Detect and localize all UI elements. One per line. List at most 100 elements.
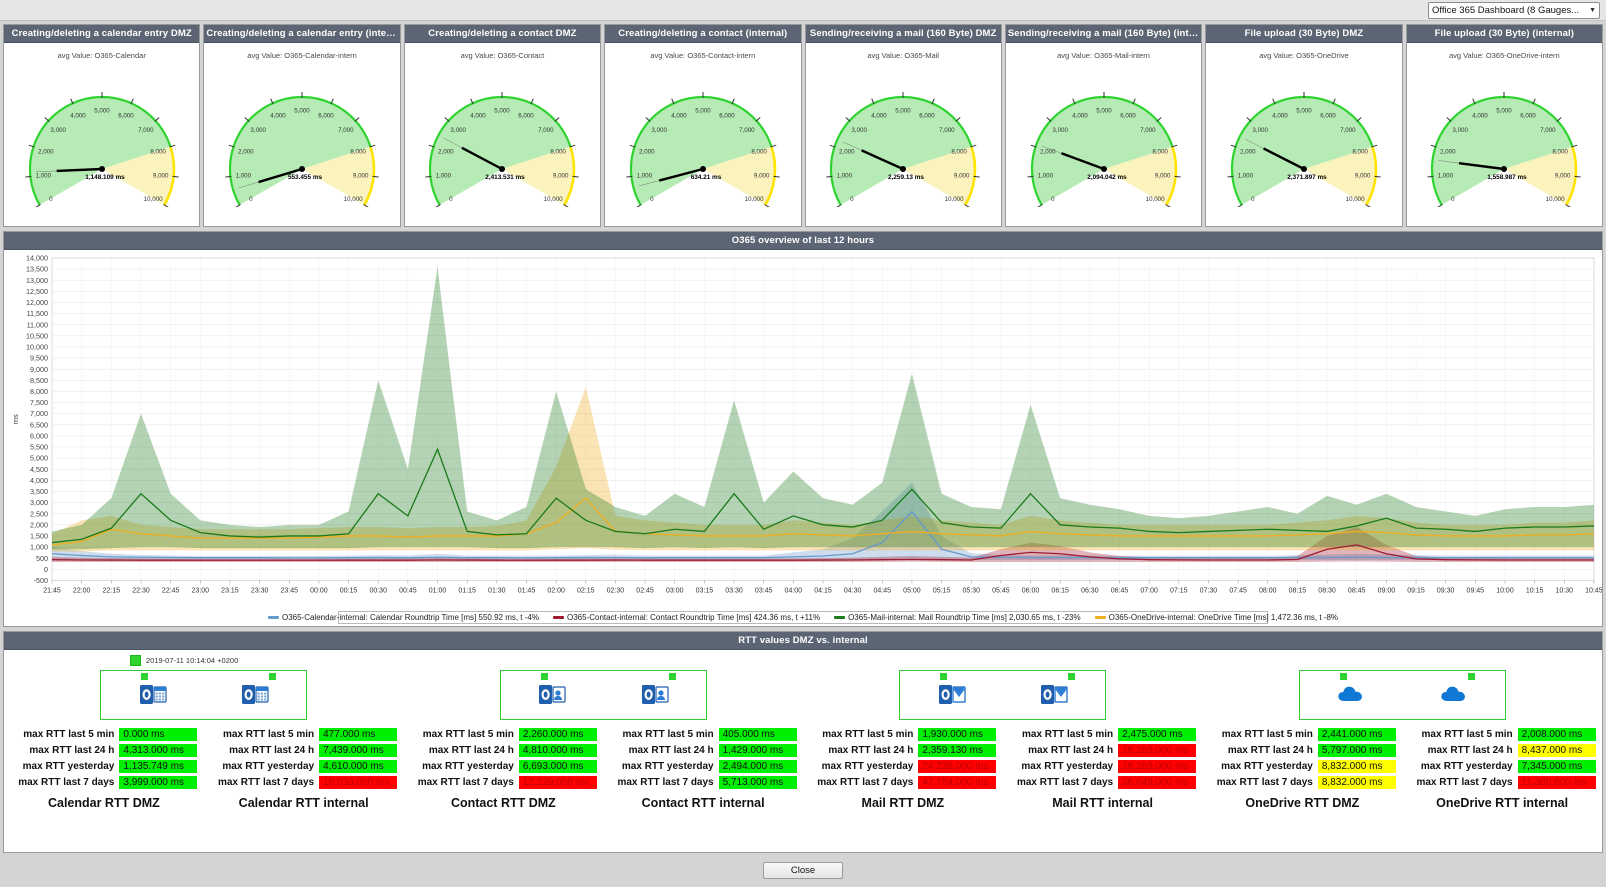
rtt-column: max RTT last 5 min 2,475.000 ms max RTT la… bbox=[1003, 728, 1203, 789]
rtt-service-icon bbox=[1440, 682, 1468, 708]
svg-text:0: 0 bbox=[450, 196, 454, 203]
svg-text:6,000: 6,000 bbox=[919, 113, 935, 120]
rtt-icon-box[interactable] bbox=[1298, 670, 1506, 720]
svg-text:22:00: 22:00 bbox=[73, 587, 91, 594]
gauge-panel-header: Sending/receiving a mail (160 Byte) DMZ bbox=[805, 25, 1001, 43]
legend-color-swatch bbox=[552, 616, 564, 619]
svg-text:04:45: 04:45 bbox=[874, 587, 892, 594]
gauge-dial: 0 1,000 2,000 3,000 4,000 5,000 6,000 7,000 8,00… bbox=[25, 92, 179, 207]
rtt-column-caption: Calendar RTT internal bbox=[238, 796, 369, 810]
rtt-icon-box[interactable] bbox=[499, 670, 707, 720]
svg-text:1,000: 1,000 bbox=[436, 173, 452, 180]
rtt-value-green: 2,260.000 ms bbox=[518, 728, 597, 741]
svg-text:ms: ms bbox=[11, 414, 20, 424]
gauge-panel-3[interactable]: Creating/deleting a contact (internal) av… bbox=[604, 24, 802, 227]
svg-text:23:00: 23:00 bbox=[192, 587, 210, 594]
legend-item[interactable]: O365-OneDrive-internal: OneDrive Time [m… bbox=[1094, 613, 1339, 622]
rtt-icon-box[interactable] bbox=[899, 670, 1107, 720]
rtt-row: max RTT last 24 h 1,429.000 ms bbox=[610, 744, 797, 757]
rtt-row-label: max RTT last 7 days bbox=[817, 777, 914, 788]
rtt-row: max RTT yesterday 1,135.749 ms bbox=[10, 760, 198, 773]
rtt-row-label: max RTT last 24 h bbox=[628, 745, 714, 756]
legend-label: O365-Mail-internal: Mail Roundtrip Time … bbox=[848, 613, 1081, 622]
svg-text:7,000: 7,000 bbox=[338, 127, 354, 134]
svg-text:6,000: 6,000 bbox=[1521, 113, 1537, 120]
svg-text:5,000: 5,000 bbox=[1296, 108, 1312, 115]
rtt-value-green: 2,475.000 ms bbox=[1118, 728, 1197, 741]
rtt-value-red: 24,238.000 ms bbox=[918, 760, 997, 773]
svg-text:8,500: 8,500 bbox=[30, 376, 48, 385]
svg-text:6,000: 6,000 bbox=[719, 113, 735, 120]
rtt-panel-title: RTT values DMZ vs. internal bbox=[4, 632, 1602, 650]
svg-text:10:45: 10:45 bbox=[1585, 587, 1602, 594]
svg-text:6,000: 6,000 bbox=[30, 431, 48, 440]
rtt-icon-group bbox=[4, 670, 404, 720]
svg-text:3,000: 3,000 bbox=[50, 127, 66, 134]
gauge-value: 2,371.897 ms bbox=[1287, 174, 1327, 181]
rtt-value-yellow: 8,832.000 ms bbox=[1317, 776, 1396, 789]
legend-label: O365-OneDrive-internal: OneDrive Time [m… bbox=[1108, 613, 1339, 622]
svg-text:02:00: 02:00 bbox=[547, 587, 565, 594]
rtt-row: max RTT yesterday 8,832.000 ms bbox=[1209, 760, 1396, 773]
gauge-value: 553.455 ms bbox=[288, 174, 323, 181]
rtt-panel: RTT values DMZ vs. internal 2019-07-11 1… bbox=[3, 631, 1603, 853]
svg-text:8,000: 8,000 bbox=[551, 148, 567, 155]
legend-item[interactable]: O365-Calendar-internal: Calendar Roundtr… bbox=[267, 613, 539, 622]
legend-item[interactable]: O365-Contact-internal: Contact Roundtrip… bbox=[552, 613, 820, 622]
svg-text:5,000: 5,000 bbox=[495, 108, 511, 115]
svg-text:8,000: 8,000 bbox=[150, 148, 166, 155]
svg-text:08:00: 08:00 bbox=[1259, 587, 1277, 594]
gauge-panel-6[interactable]: File upload (30 Byte) DMZ avg Value: O365… bbox=[1205, 24, 1403, 227]
rtt-row: max RTT last 7 days 36,049.000 ms bbox=[1009, 776, 1197, 789]
svg-text:4,000: 4,000 bbox=[270, 113, 286, 120]
rtt-row-label: max RTT last 7 days bbox=[1216, 777, 1313, 788]
rtt-row-label: max RTT last 5 min bbox=[822, 729, 914, 740]
svg-text:1,000: 1,000 bbox=[837, 173, 853, 180]
rtt-icon-box[interactable] bbox=[100, 670, 308, 720]
svg-text:3,000: 3,000 bbox=[1252, 127, 1268, 134]
svg-text:7,000: 7,000 bbox=[138, 127, 154, 134]
svg-text:10,000: 10,000 bbox=[143, 196, 162, 203]
svg-text:2,000: 2,000 bbox=[38, 148, 54, 155]
svg-text:7,500: 7,500 bbox=[30, 398, 48, 407]
rtt-column-caption: Calendar RTT DMZ bbox=[47, 796, 160, 810]
gauge-panel-4[interactable]: Sending/receiving a mail (160 Byte) DMZ a… bbox=[804, 24, 1002, 227]
onedrive-icon bbox=[1338, 686, 1362, 701]
rtt-icon-group bbox=[404, 670, 804, 720]
dashboard-select[interactable]: Office 365 Dashboard (8 Gauges... ▼ bbox=[1428, 1, 1600, 19]
gauge-panel-0[interactable]: Creating/deleting a calendar entry DMZ av… bbox=[3, 24, 201, 227]
status-ok-icon bbox=[540, 673, 548, 680]
svg-text:06:45: 06:45 bbox=[1111, 587, 1129, 594]
gauge-body: avg Value: O365-Calendar-intern 0 1,000 2,0… bbox=[204, 43, 400, 226]
svg-text:6,000: 6,000 bbox=[519, 113, 535, 120]
gauge-panel-5[interactable]: Sending/receiving a mail (160 Byte) (int… bbox=[1004, 24, 1203, 227]
gauge-panel-7[interactable]: File upload (30 Byte) (internal) avg Valu… bbox=[1405, 24, 1603, 227]
svg-text:4,000: 4,000 bbox=[30, 476, 48, 485]
svg-text:2,000: 2,000 bbox=[238, 148, 254, 155]
svg-text:9,000: 9,000 bbox=[954, 173, 970, 180]
svg-text:00:45: 00:45 bbox=[399, 587, 417, 594]
gauge-dial: 0 1,000 2,000 3,000 4,000 5,000 6,000 7,000 8,00… bbox=[1227, 92, 1381, 207]
rtt-row-label: max RTT last 24 h bbox=[428, 745, 514, 756]
rtt-column: max RTT last 5 min 405.000 ms max RTT last… bbox=[603, 728, 803, 789]
gauge-value: 2,259.13 ms bbox=[888, 174, 924, 181]
svg-text:09:45: 09:45 bbox=[1467, 587, 1485, 594]
svg-text:5,000: 5,000 bbox=[294, 108, 310, 115]
svg-text:1,000: 1,000 bbox=[1438, 173, 1454, 180]
svg-text:5,500: 5,500 bbox=[30, 443, 48, 452]
svg-text:21:45: 21:45 bbox=[43, 587, 61, 594]
svg-text:10,000: 10,000 bbox=[1546, 196, 1565, 203]
rtt-value-green: 1,429.000 ms bbox=[718, 744, 797, 757]
status-ok-icon bbox=[1068, 673, 1076, 680]
gauge-panel-1[interactable]: Creating/deleting a calendar entry (inte… bbox=[203, 24, 401, 227]
svg-text:05:15: 05:15 bbox=[933, 587, 951, 594]
svg-text:22:15: 22:15 bbox=[103, 587, 121, 594]
rtt-row: max RTT last 5 min 405.000 ms bbox=[610, 728, 797, 741]
rtt-row: max RTT last 5 min 477.000 ms bbox=[210, 728, 398, 741]
rtt-row: max RTT last 24 h 18,269.000 ms bbox=[1009, 744, 1197, 757]
gauge-panel-2[interactable]: Creating/deleting a contact DMZ avg Value… bbox=[403, 24, 602, 227]
svg-text:8,000: 8,000 bbox=[751, 148, 767, 155]
rtt-value-green: 6,693.000 ms bbox=[518, 760, 597, 773]
close-button[interactable]: Close bbox=[763, 861, 843, 879]
legend-item[interactable]: O365-Mail-internal: Mail Roundtrip Time … bbox=[834, 613, 1081, 622]
